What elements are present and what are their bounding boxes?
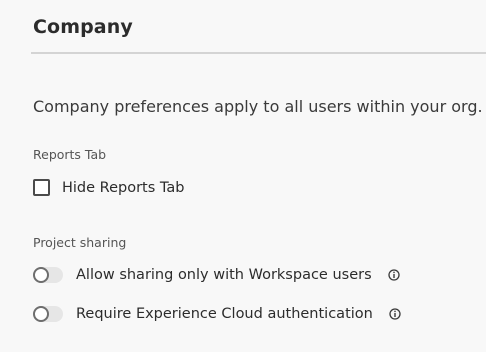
info-icon[interactable]: [389, 308, 401, 320]
cloud-auth-toggle[interactable]: [33, 306, 63, 322]
toggle-knob: [33, 267, 49, 283]
page-title: Company: [33, 16, 133, 38]
hide-reports-tab-label: Hide Reports Tab: [62, 179, 185, 196]
cloud-auth-label: Require Experience Cloud authentication: [76, 306, 373, 322]
reports-tab-section-label: Reports Tab: [33, 147, 107, 162]
cloud-auth-toggle-row: Require Experience Cloud authentication: [33, 306, 401, 322]
hide-reports-tab-option[interactable]: Hide Reports Tab: [33, 179, 184, 196]
company-description: Company preferences apply to all users w…: [33, 97, 483, 116]
info-icon[interactable]: [387, 269, 400, 281]
workspace-sharing-toggle-row: Allow sharing only with Workspace users: [33, 267, 400, 283]
toggle-knob: [33, 306, 49, 322]
workspace-sharing-toggle[interactable]: [33, 267, 63, 283]
company-preferences-panel: Company Company preferences apply to all…: [0, 0, 486, 352]
project-sharing-section-label: Project sharing: [33, 235, 127, 250]
workspace-sharing-label: Allow sharing only with Workspace users: [76, 267, 372, 283]
header-divider: [31, 52, 486, 54]
hide-reports-tab-checkbox[interactable]: [33, 179, 50, 196]
